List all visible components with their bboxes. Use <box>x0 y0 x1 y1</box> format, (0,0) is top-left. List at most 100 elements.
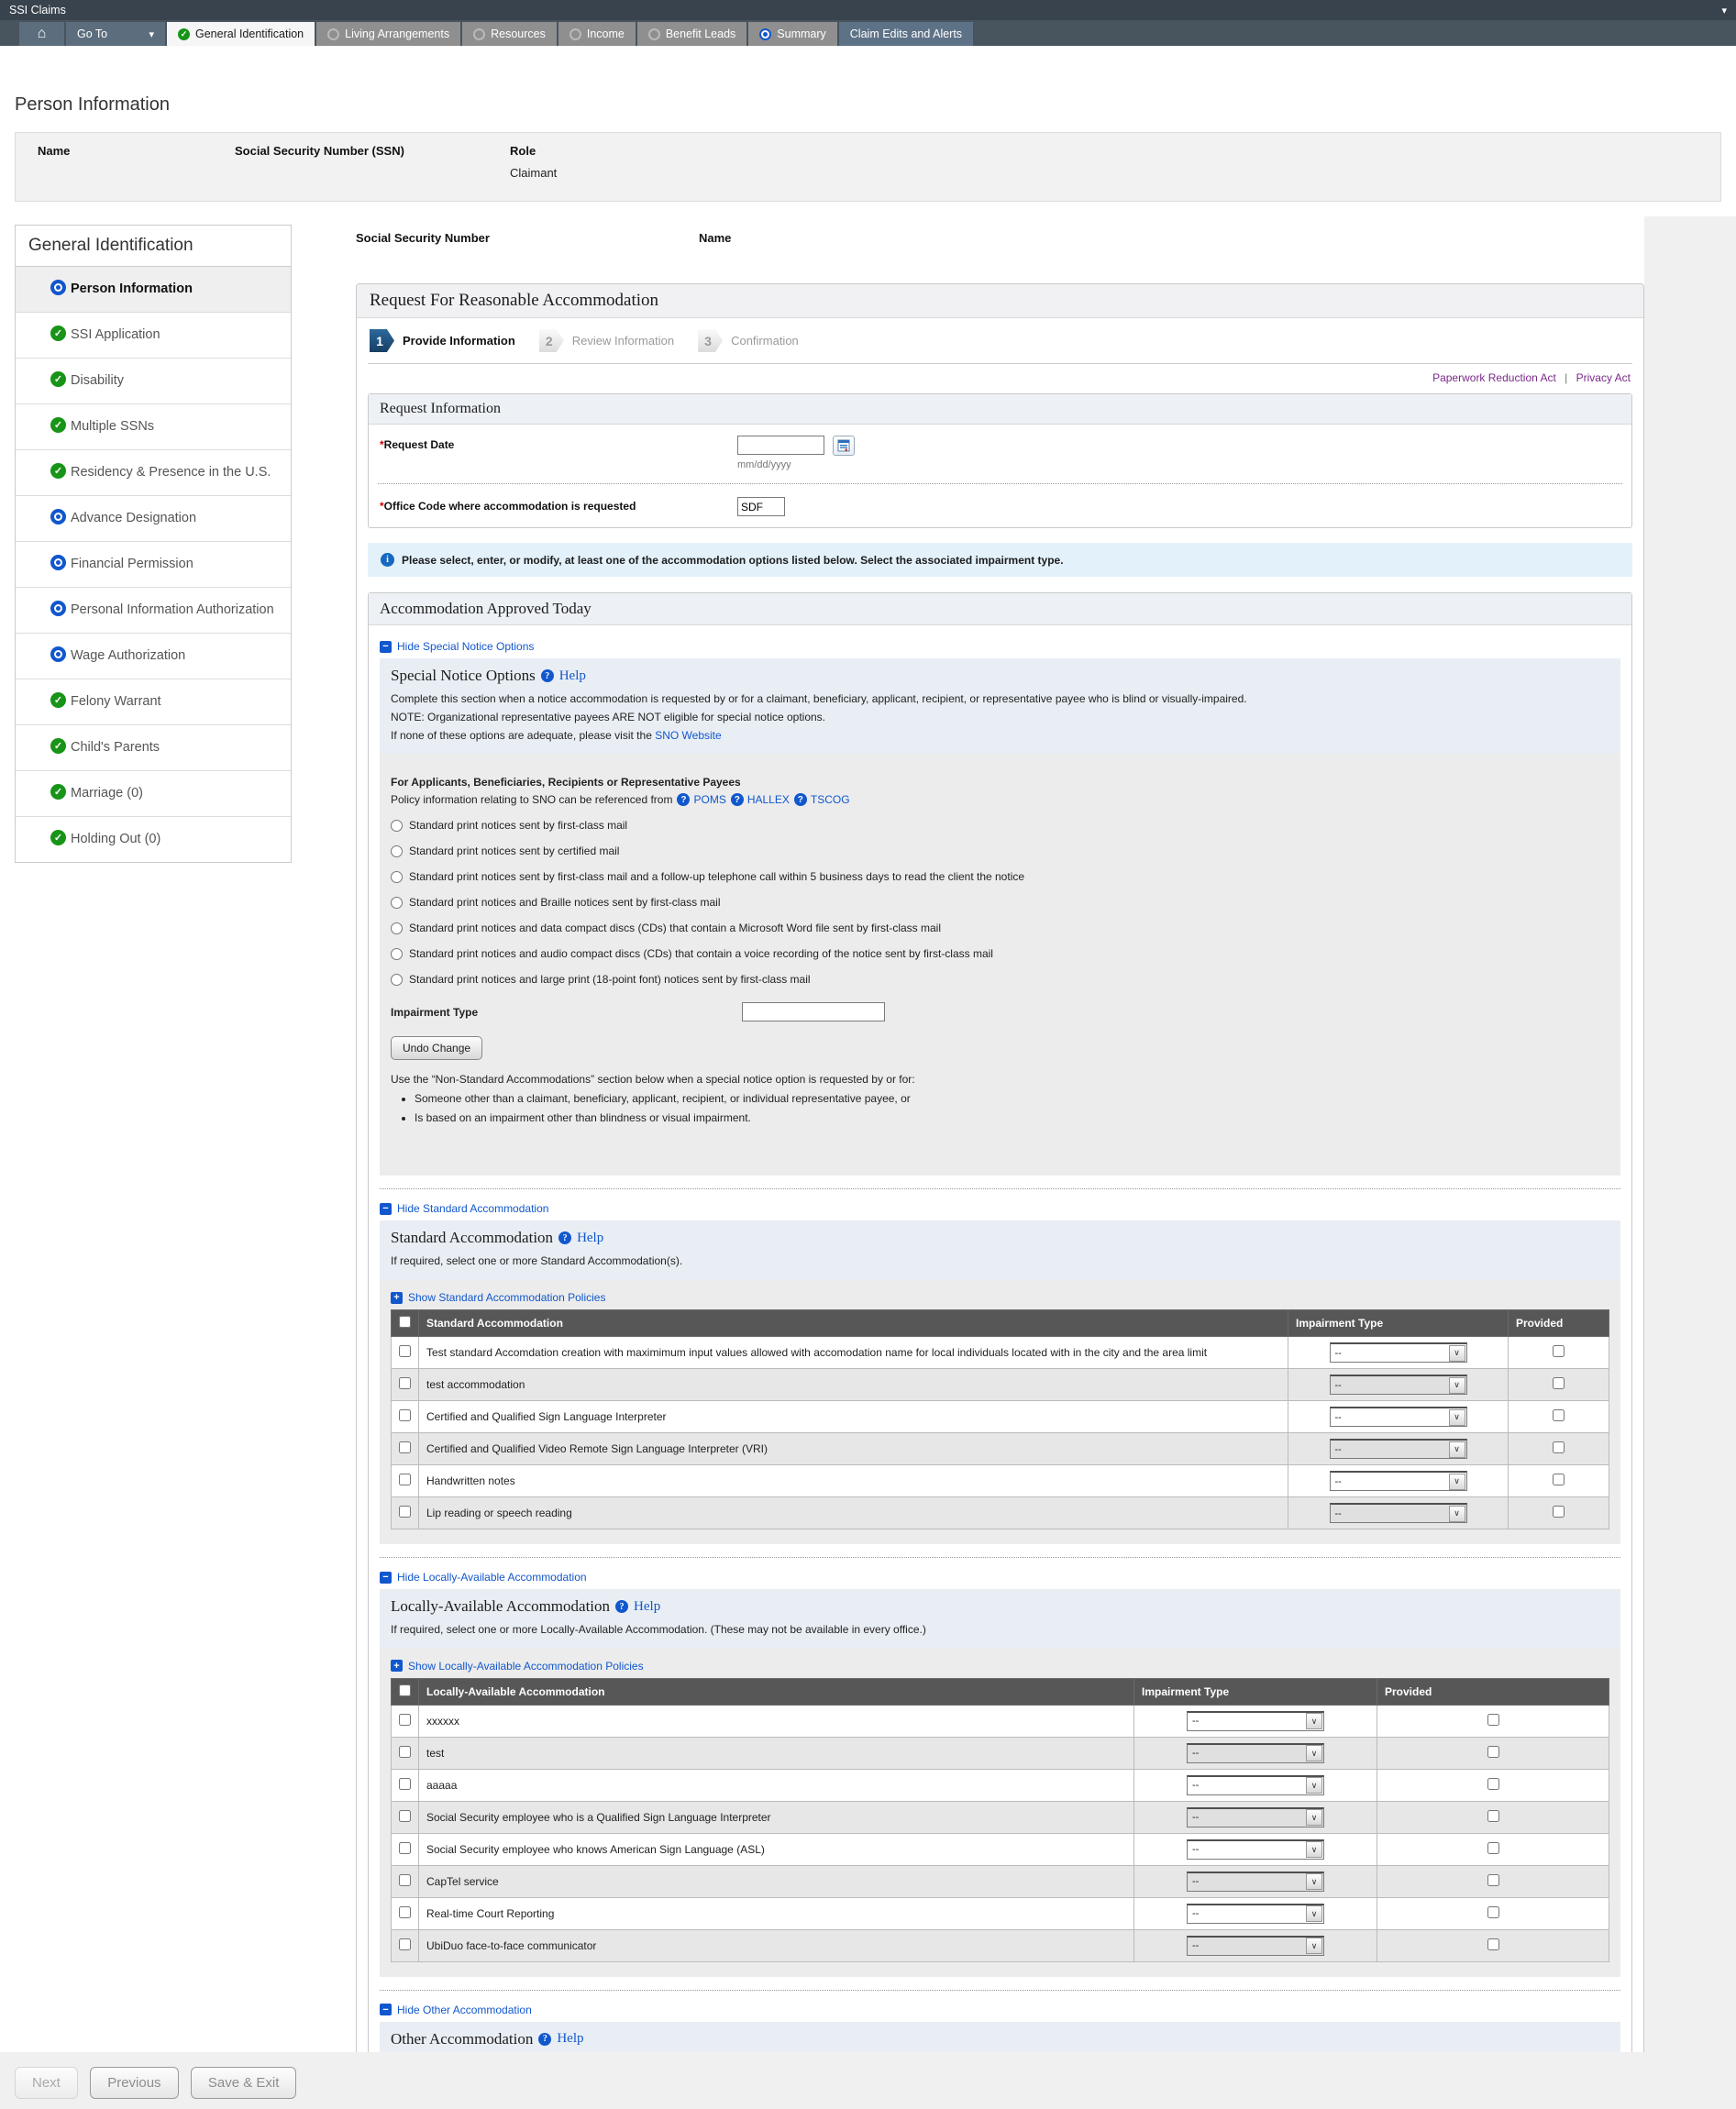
row-select-checkbox[interactable] <box>399 1906 411 1918</box>
provided-checkbox[interactable] <box>1487 1938 1499 1950</box>
sno-option-radio[interactable] <box>391 820 403 832</box>
caret-down-icon[interactable] <box>1721 4 1727 17</box>
sidebar-item[interactable]: Wage Authorization <box>16 634 291 679</box>
sno-option-radio[interactable] <box>391 871 403 883</box>
sno-impairment-input[interactable] <box>742 1002 885 1021</box>
row-select-checkbox[interactable] <box>399 1377 411 1389</box>
hide-sno-link[interactable]: Hide Special Notice Options <box>397 640 534 653</box>
impairment-type-select[interactable]: -- <box>1330 1471 1467 1491</box>
sno-option-radio[interactable] <box>391 922 403 934</box>
sidebar-item[interactable]: Marriage (0) <box>16 771 291 817</box>
provided-checkbox[interactable] <box>1553 1441 1565 1453</box>
policy-link[interactable]: TSCOG <box>811 793 850 806</box>
impairment-type-select[interactable]: -- <box>1187 1936 1324 1956</box>
collapse-icon[interactable] <box>380 1203 392 1215</box>
calendar-icon[interactable] <box>833 436 855 456</box>
sno-option-radio[interactable] <box>391 948 403 960</box>
sno-option[interactable]: Standard print notices and large print (… <box>391 973 1609 986</box>
collapse-icon[interactable] <box>380 2004 392 2015</box>
sidebar-item[interactable]: Residency & Presence in the U.S. <box>16 450 291 496</box>
show-local-policies-link[interactable]: Show Locally-Available Accommodation Pol… <box>408 1660 644 1673</box>
impairment-type-select[interactable]: -- <box>1187 1711 1324 1731</box>
row-select-checkbox[interactable] <box>399 1441 411 1453</box>
goto-dropdown[interactable]: Go To <box>66 22 165 46</box>
home-button[interactable] <box>19 22 64 46</box>
provided-checkbox[interactable] <box>1553 1377 1565 1389</box>
sno-option[interactable]: Standard print notices and Braille notic… <box>391 896 1609 909</box>
help-icon[interactable] <box>677 793 690 806</box>
standard-help-link[interactable]: Help <box>577 1231 603 1246</box>
footer-save-exit-button[interactable]: Save & Exit <box>191 2067 297 2099</box>
sidebar-item[interactable]: Disability <box>16 359 291 404</box>
sidebar-item[interactable]: SSI Application <box>16 313 291 359</box>
help-icon[interactable] <box>541 669 554 682</box>
sno-option[interactable]: Standard print notices and audio compact… <box>391 947 1609 960</box>
undo-change-button[interactable]: Undo Change <box>391 1036 482 1060</box>
sidebar-item[interactable]: Personal Information Authorization <box>16 588 291 634</box>
sno-help-link[interactable]: Help <box>559 668 586 684</box>
row-select-checkbox[interactable] <box>399 1714 411 1726</box>
provided-checkbox[interactable] <box>1553 1474 1565 1485</box>
request-date-input[interactable] <box>737 436 824 455</box>
provided-checkbox[interactable] <box>1553 1506 1565 1518</box>
row-select-checkbox[interactable] <box>399 1938 411 1950</box>
impairment-type-select[interactable]: -- <box>1330 1439 1467 1459</box>
provided-checkbox[interactable] <box>1487 1714 1499 1726</box>
nav-tab[interactable]: Living Arrangements <box>316 22 460 46</box>
impairment-type-select[interactable]: -- <box>1330 1375 1467 1395</box>
hide-other-link[interactable]: Hide Other Accommodation <box>397 2004 532 2016</box>
sidebar-item[interactable]: Multiple SSNs <box>16 404 291 450</box>
nav-tab[interactable]: General Identification <box>167 22 315 46</box>
sidebar-item[interactable]: Holding Out (0) <box>16 817 291 862</box>
impairment-type-select[interactable]: -- <box>1187 1839 1324 1860</box>
sno-option[interactable]: Standard print notices sent by first-cla… <box>391 819 1609 832</box>
collapse-icon[interactable] <box>380 1572 392 1584</box>
privacy-act-link[interactable]: Privacy Act <box>1576 371 1631 384</box>
row-select-checkbox[interactable] <box>399 1474 411 1485</box>
hide-local-link[interactable]: Hide Locally-Available Accommodation <box>397 1571 587 1584</box>
row-select-checkbox[interactable] <box>399 1746 411 1758</box>
select-all-checkbox[interactable] <box>399 1684 411 1696</box>
footer-previous-button[interactable]: Previous <box>90 2067 178 2099</box>
show-standard-policies-link[interactable]: Show Standard Accommodation Policies <box>408 1291 605 1304</box>
help-icon[interactable] <box>794 793 807 806</box>
row-select-checkbox[interactable] <box>399 1810 411 1822</box>
expand-icon[interactable] <box>391 1292 403 1304</box>
help-icon[interactable] <box>538 2033 551 2046</box>
help-icon[interactable] <box>558 1231 571 1244</box>
footer-next-button[interactable]: Next <box>15 2067 78 2099</box>
sno-option-radio[interactable] <box>391 845 403 857</box>
paperwork-reduction-act-link[interactable]: Paperwork Reduction Act <box>1432 371 1556 384</box>
impairment-type-select[interactable]: -- <box>1330 1342 1467 1363</box>
impairment-type-select[interactable]: -- <box>1187 1904 1324 1924</box>
collapse-icon[interactable] <box>380 641 392 653</box>
provided-checkbox[interactable] <box>1487 1906 1499 1918</box>
sidebar-item[interactable]: Child's Parents <box>16 725 291 771</box>
provided-checkbox[interactable] <box>1487 1874 1499 1886</box>
row-select-checkbox[interactable] <box>399 1345 411 1357</box>
row-select-checkbox[interactable] <box>399 1842 411 1854</box>
sidebar-item[interactable]: Advance Designation <box>16 496 291 542</box>
row-select-checkbox[interactable] <box>399 1874 411 1886</box>
policy-link[interactable]: POMS <box>693 793 725 806</box>
local-help-link[interactable]: Help <box>634 1599 660 1615</box>
provided-checkbox[interactable] <box>1487 1842 1499 1854</box>
hide-standard-link[interactable]: Hide Standard Accommodation <box>397 1202 548 1215</box>
office-code-input[interactable] <box>737 497 785 516</box>
impairment-type-select[interactable]: -- <box>1187 1775 1324 1795</box>
sidebar-item[interactable]: Felony Warrant <box>16 679 291 725</box>
row-select-checkbox[interactable] <box>399 1506 411 1518</box>
provided-checkbox[interactable] <box>1553 1345 1565 1357</box>
impairment-type-select[interactable]: -- <box>1187 1872 1324 1892</box>
provided-checkbox[interactable] <box>1487 1810 1499 1822</box>
row-select-checkbox[interactable] <box>399 1778 411 1790</box>
select-all-checkbox[interactable] <box>399 1316 411 1328</box>
impairment-type-select[interactable]: -- <box>1187 1743 1324 1763</box>
sno-option[interactable]: Standard print notices sent by first-cla… <box>391 870 1609 883</box>
other-help-link[interactable]: Help <box>557 2031 583 2047</box>
row-select-checkbox[interactable] <box>399 1409 411 1421</box>
help-icon[interactable] <box>615 1600 628 1613</box>
impairment-type-select[interactable]: -- <box>1187 1807 1324 1827</box>
nav-tab[interactable]: Summary <box>748 22 836 46</box>
sidebar-item[interactable]: Financial Permission <box>16 542 291 588</box>
